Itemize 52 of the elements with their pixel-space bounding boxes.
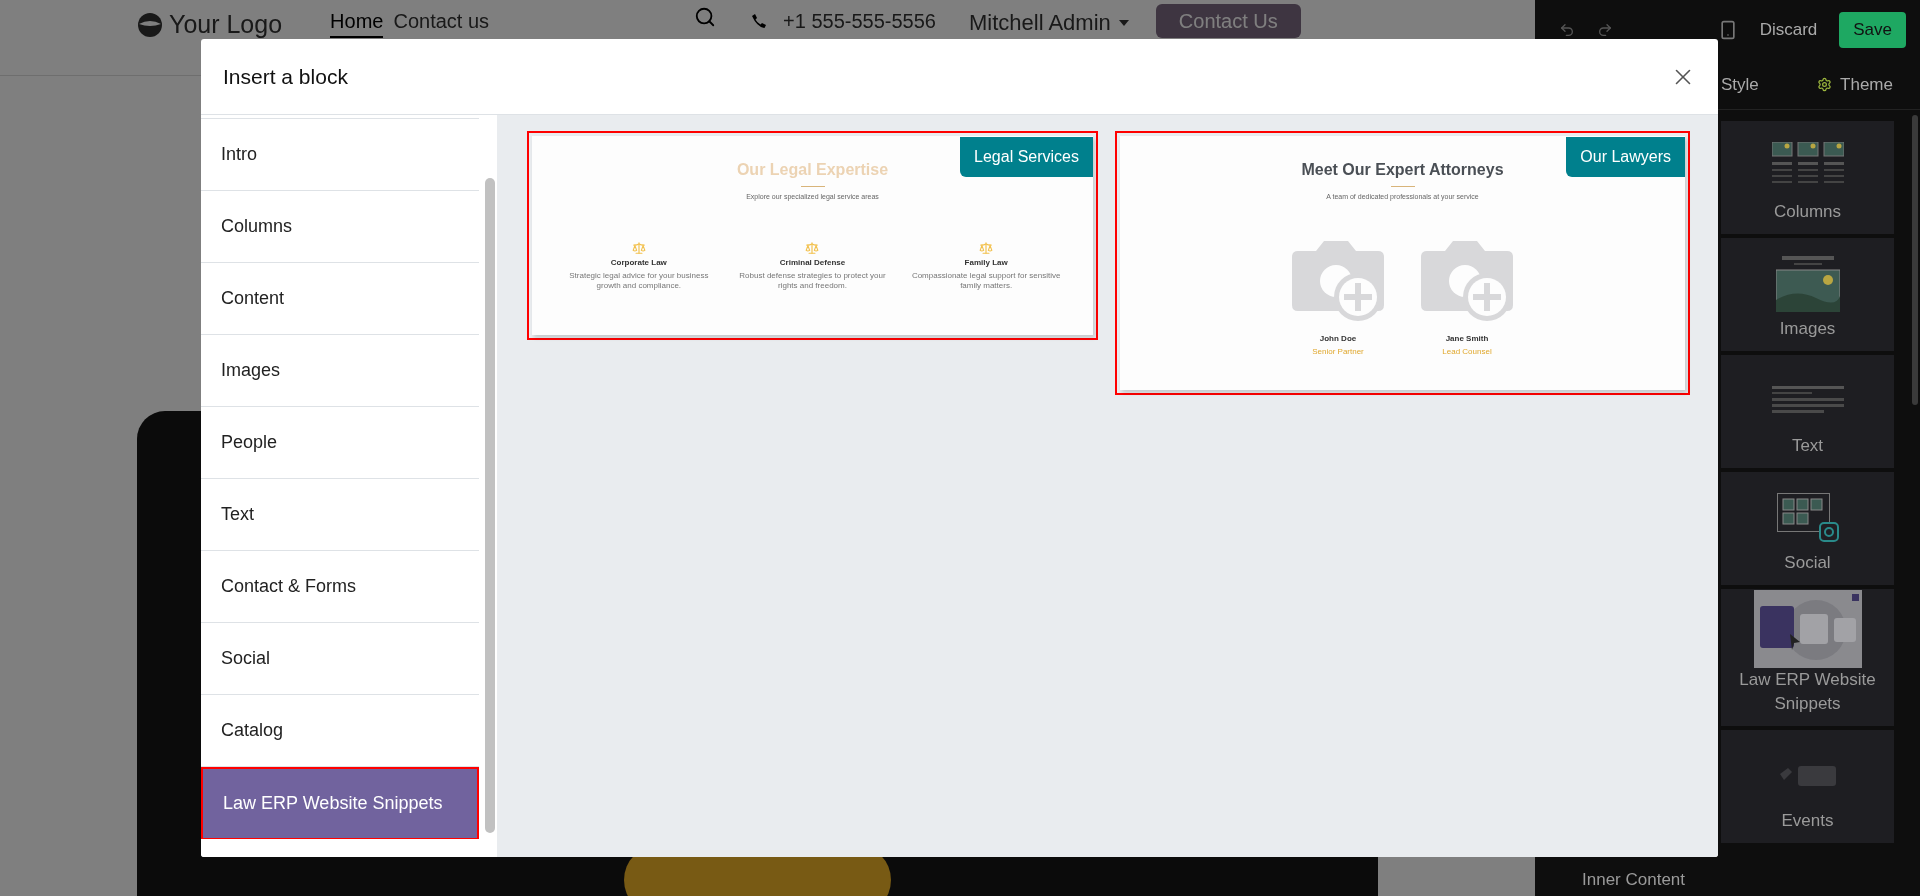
image-placeholder-icon — [1292, 240, 1384, 321]
service-title: Family Law — [964, 256, 1008, 269]
preview-title: Meet Our Expert Attorneys — [1301, 160, 1504, 180]
dialog-title: Insert a block — [223, 63, 348, 90]
caret-icon — [1118, 19, 1129, 26]
service-description: Compassionate legal support for sensitive family matters. — [910, 270, 1062, 291]
snippet-card[interactable]: Social — [1721, 472, 1894, 585]
panel-tab[interactable]: Theme — [1817, 71, 1893, 98]
preview-tag: Legal Services — [960, 137, 1093, 177]
attorney-role: Lead Counsel — [1442, 345, 1492, 358]
image-placeholder-icon — [1421, 240, 1513, 321]
snippet-card[interactable]: Law ERP Website Snippets — [1721, 589, 1894, 726]
panel-tab[interactable]: Style — [1721, 71, 1759, 98]
scrollbar[interactable] — [485, 178, 495, 833]
scales-icon — [805, 240, 820, 255]
service-title: Criminal Defense — [779, 256, 846, 269]
service-description: Strategic legal advice for your business growth and compliance. — [568, 270, 710, 291]
gear-icon — [1817, 77, 1833, 92]
undo-icon[interactable] — [1559, 22, 1575, 38]
attorney-name: John Doe — [1319, 332, 1357, 345]
section-heading: Inner Content — [1582, 869, 1686, 891]
snippet-label: Law ERP Website Snippets — [1738, 669, 1877, 715]
preview-tag: Our Lawyers — [1566, 137, 1685, 177]
attorney-role: Senior Partner — [1312, 345, 1364, 358]
category-item[interactable]: Law ERP Website Snippets — [201, 767, 479, 839]
scrollbar[interactable] — [1912, 115, 1918, 405]
phone-icon — [752, 14, 767, 28]
service-description: Robust defense strategies to protect your rights and freedom. — [738, 270, 887, 291]
scales-icon — [979, 240, 994, 255]
snippet-label: Social — [1783, 552, 1832, 574]
scales-icon — [631, 240, 646, 255]
snippet-label: Images — [1778, 318, 1837, 340]
snippet-label: Events — [1780, 810, 1835, 832]
snippet-label: Text — [1790, 435, 1825, 457]
title-underline — [1390, 186, 1415, 187]
search-icon[interactable] — [694, 6, 717, 28]
snippet-card[interactable]: Images — [1721, 238, 1894, 351]
snippet-card[interactable]: Events — [1721, 730, 1894, 843]
discard-button[interactable]: Discard — [1759, 17, 1818, 43]
save-button[interactable]: Save — [1839, 12, 1906, 48]
snippet-label: Columns — [1772, 201, 1843, 223]
attorney-name: Jane Smith — [1445, 332, 1489, 345]
service-title: Corporate Law — [610, 256, 667, 269]
phone-number[interactable]: +1 555-555-5556 — [783, 6, 936, 36]
logo-icon — [137, 11, 163, 38]
snippet-card[interactable]: Text — [1721, 355, 1894, 468]
snippet-card[interactable]: Columns — [1721, 121, 1894, 234]
title-underline — [800, 186, 825, 187]
redo-icon[interactable] — [1597, 22, 1613, 38]
user-menu[interactable]: Mitchell Admin — [968, 6, 1129, 39]
nav-link[interactable]: Contact us — [393, 6, 490, 38]
preview-title: Our Legal Expertise — [736, 160, 889, 180]
